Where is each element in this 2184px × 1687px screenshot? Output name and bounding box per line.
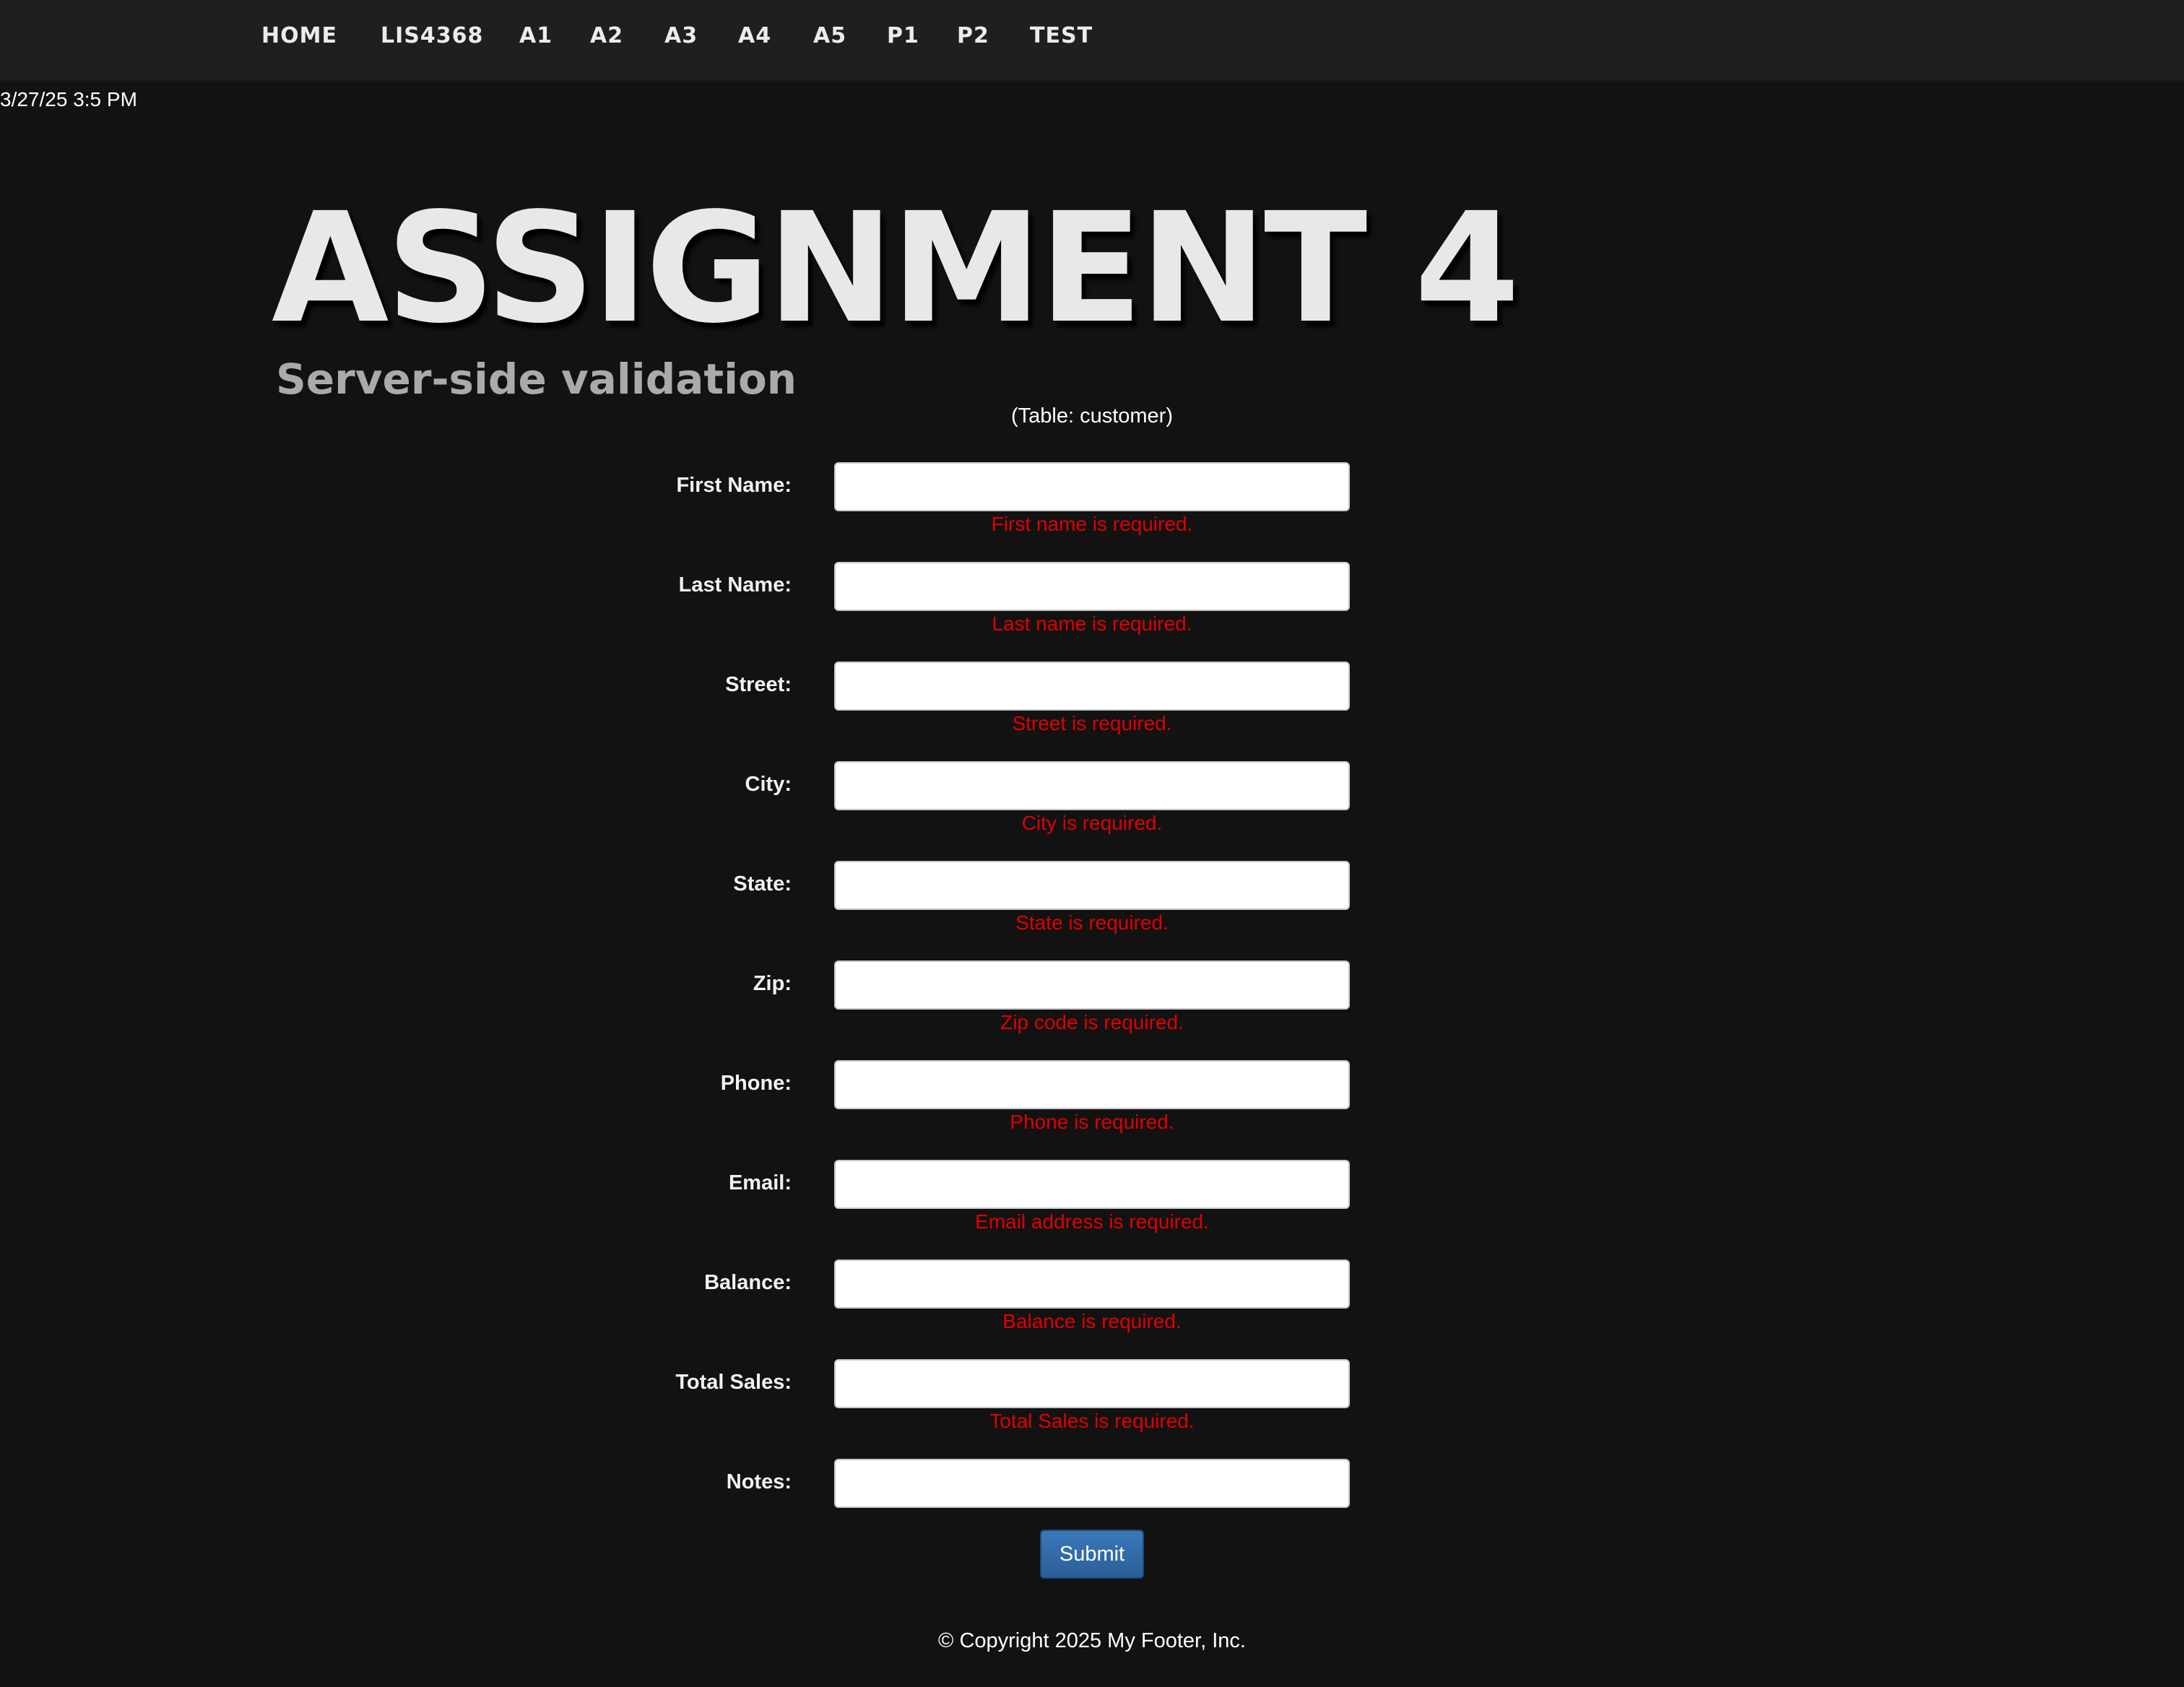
balance-input[interactable] xyxy=(834,1259,1350,1309)
nav-item-test[interactable]: TEST xyxy=(1030,0,1093,72)
total-sales-error: Total Sales is required. xyxy=(989,1410,1195,1432)
table-note: (Table: customer) xyxy=(1010,404,1173,428)
nav-item-a5[interactable]: A5 xyxy=(813,0,846,72)
current-datetime: 3/27/25 3:5 PM xyxy=(0,88,137,110)
zip-label: Zip: xyxy=(753,972,792,995)
balance-label: Balance: xyxy=(704,1271,792,1294)
state-input[interactable] xyxy=(834,861,1350,910)
notes-input[interactable] xyxy=(834,1459,1350,1508)
last-name-error: Last name is required. xyxy=(992,612,1192,635)
footer-copyright: © Copyright 2025 My Footer, Inc. xyxy=(938,1629,1246,1652)
zip-input[interactable] xyxy=(834,960,1350,1010)
top-navbar: HOME LIS4368 A1 A2 A3 A4 A5 P1 P2 TEST xyxy=(0,0,2184,81)
total-sales-input[interactable] xyxy=(834,1359,1350,1408)
phone-error: Phone is required. xyxy=(1010,1111,1174,1133)
balance-error: Balance is required. xyxy=(1002,1310,1182,1332)
city-error: City is required. xyxy=(1021,812,1163,834)
email-input[interactable] xyxy=(834,1160,1350,1209)
phone-label: Phone: xyxy=(720,1072,792,1095)
nav-item-a1[interactable]: A1 xyxy=(519,0,552,72)
street-label: Street: xyxy=(725,673,792,696)
page-subtitle: Server-side validation xyxy=(276,355,797,404)
state-label: State: xyxy=(733,872,792,895)
nav-item-home[interactable]: HOME xyxy=(261,0,337,72)
state-error: State is required. xyxy=(1015,911,1169,934)
nav-item-p2[interactable]: P2 xyxy=(957,0,989,72)
city-label: City: xyxy=(745,773,792,796)
nav-item-a3[interactable]: A3 xyxy=(664,0,698,72)
nav-item-p1[interactable]: P1 xyxy=(887,0,919,72)
nav-item-lis4368[interactable]: LIS4368 xyxy=(381,0,483,72)
submit-button[interactable]: Submit xyxy=(1040,1530,1144,1579)
last-name-input[interactable] xyxy=(834,562,1350,611)
notes-label: Notes: xyxy=(726,1470,792,1493)
page-title: ASSIGNMENT 4 xyxy=(272,180,1520,357)
first-name-error: First name is required. xyxy=(991,513,1193,535)
street-error: Street is required. xyxy=(1012,712,1172,734)
total-sales-label: Total Sales: xyxy=(675,1371,792,1394)
first-name-label: First Name: xyxy=(676,474,792,497)
email-label: Email: xyxy=(728,1171,792,1194)
first-name-input[interactable] xyxy=(834,462,1350,511)
street-input[interactable] xyxy=(834,662,1350,711)
nav-item-a2[interactable]: A2 xyxy=(590,0,623,72)
phone-input[interactable] xyxy=(834,1060,1350,1109)
last-name-label: Last Name: xyxy=(678,573,792,597)
nav-item-a4[interactable]: A4 xyxy=(738,0,771,72)
city-input[interactable] xyxy=(834,761,1350,810)
email-error: Email address is required. xyxy=(975,1210,1209,1233)
zip-error: Zip code is required. xyxy=(1000,1011,1184,1033)
